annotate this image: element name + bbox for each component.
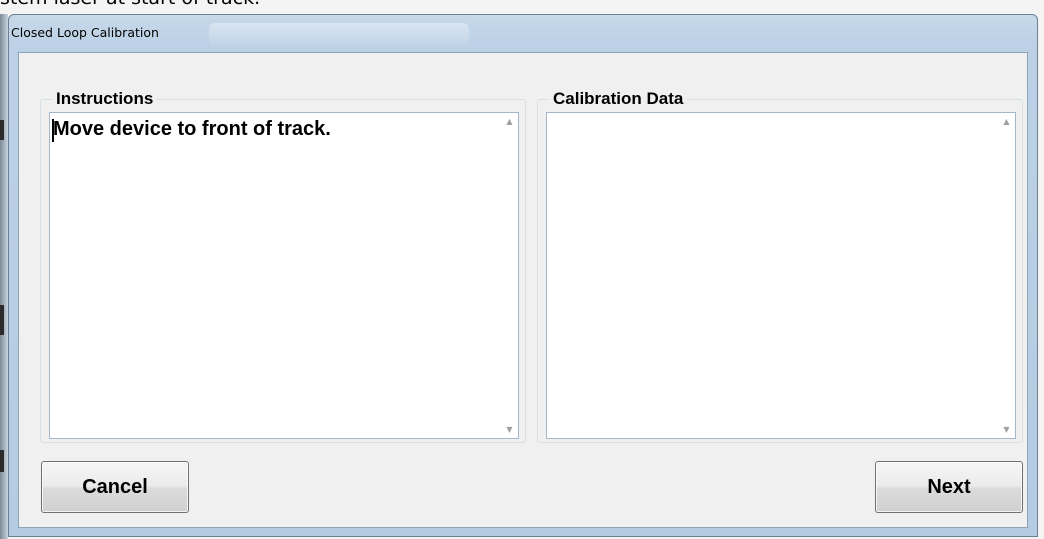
scroll-down-arrow-icon[interactable]: ▼ (998, 421, 1015, 438)
scroll-up-arrow-icon[interactable]: ▲ (998, 113, 1015, 130)
screen: stem laser at start of track. Closed Loo… (0, 0, 1044, 539)
calibration-dialog: Closed Loop Calibration Instructions Mov… (8, 14, 1038, 537)
scroll-down-arrow-icon[interactable]: ▼ (501, 421, 518, 438)
background-mark (0, 450, 4, 472)
calibration-data-scrollbar[interactable]: ▲ ▼ (998, 113, 1015, 438)
instructions-scrollbar[interactable]: ▲ ▼ (501, 113, 518, 438)
title-bar[interactable]: Closed Loop Calibration (9, 15, 1037, 51)
scroll-up-arrow-icon[interactable]: ▲ (501, 113, 518, 130)
background-mark (0, 120, 4, 140)
calibration-data-textbox[interactable]: ▲ ▼ (546, 112, 1016, 439)
instructions-group: Instructions Move device to front of tra… (40, 90, 526, 443)
window-title: Closed Loop Calibration (11, 25, 159, 40)
dialog-client-area: Instructions Move device to front of tra… (18, 52, 1028, 528)
background-document-text: stem laser at start of track. (0, 0, 260, 9)
calibration-data-group-label: Calibration Data (549, 90, 688, 108)
next-button[interactable]: Next (875, 461, 1023, 513)
instructions-group-label: Instructions (52, 90, 158, 108)
cancel-button[interactable]: Cancel (41, 461, 189, 513)
background-mark (0, 305, 4, 335)
instructions-text: Move device to front of track. (53, 118, 331, 140)
calibration-data-group: Calibration Data ▲ ▼ (537, 90, 1023, 443)
instructions-textbox[interactable]: Move device to front of track. ▲ ▼ (49, 112, 519, 439)
